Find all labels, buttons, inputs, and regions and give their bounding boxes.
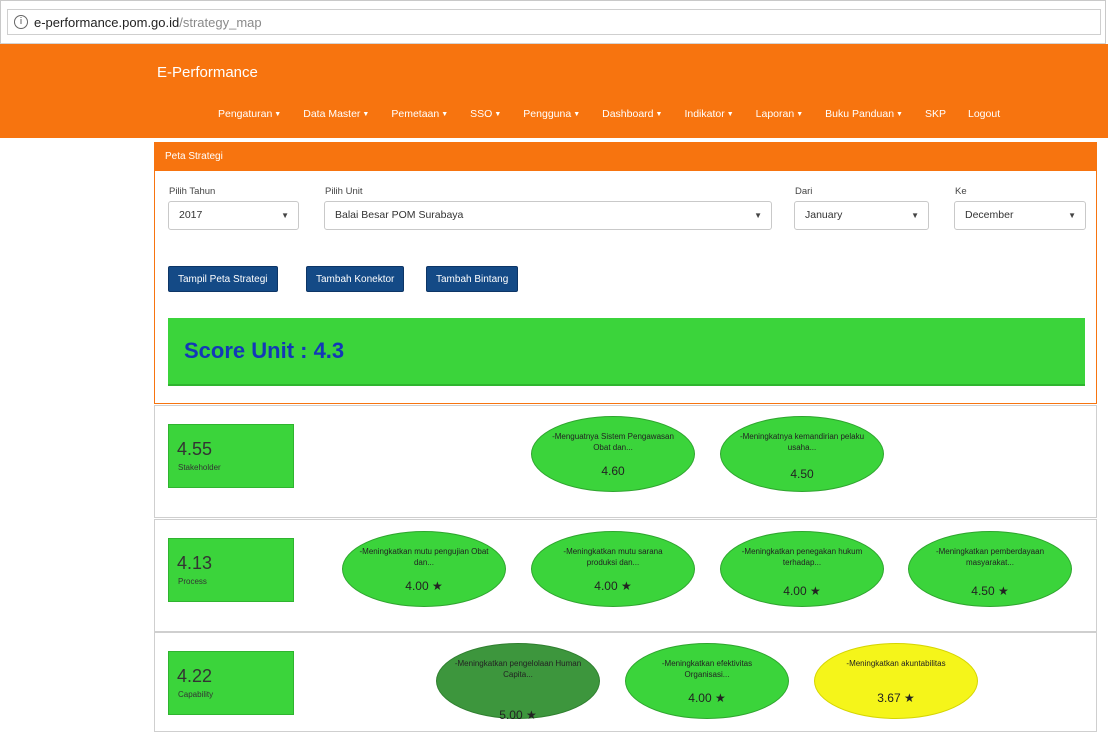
objective-score: 4.00 ★ <box>405 579 443 593</box>
score-unit-text: Score Unit : 4.3 <box>184 338 345 363</box>
objective-text: -Meningkatkan efektivitas Organisasi... <box>661 659 753 679</box>
add-star-button[interactable]: Tambah Bintang <box>426 266 519 292</box>
objective-node[interactable]: -Meningkatkan pemberdayaan masyarakat...… <box>908 531 1072 607</box>
url-field[interactable]: i e-performance.pom.go.id/strategy_map <box>7 9 1101 35</box>
objective-node[interactable]: -Meningkatkan pengelolaan Human Capita..… <box>436 643 600 722</box>
objective-score: 4.50 <box>790 467 814 481</box>
url-host: e-performance.pom.go.id <box>34 14 180 30</box>
objective-score: 4.50 ★ <box>971 584 1009 598</box>
brand-title[interactable]: E-Performance <box>157 64 258 81</box>
browser-address-bar: i e-performance.pom.go.id/strategy_map <box>0 0 1106 44</box>
caret-down-icon: ▼ <box>274 111 282 118</box>
objective-text: -Meningkatkan akuntabilitas <box>846 659 946 668</box>
unit-select[interactable]: Balai Besar POM Surabaya ▼ <box>324 201 772 230</box>
info-icon[interactable]: i <box>14 15 28 29</box>
objective-text: -Meningkatkan mutu pengujian Obat dan... <box>359 547 489 567</box>
perspective-value: 4.55 <box>177 439 213 459</box>
perspective-score-box: 4.22 Capability <box>168 651 294 715</box>
caret-down-icon: ▼ <box>655 111 663 118</box>
objective-node[interactable]: -Meningkatkan mutu pengujian Obat dan...… <box>342 531 506 607</box>
menu-item-pemetaan[interactable]: Pemetaan ▼ <box>391 108 448 120</box>
menu-item-data-master[interactable]: Data Master ▼ <box>303 108 369 120</box>
perspective-name: Stakeholder <box>178 463 221 472</box>
menu-item-skp[interactable]: SKP <box>925 108 946 120</box>
from-month-select[interactable]: January ▼ <box>794 201 929 230</box>
year-label: Pilih Tahun <box>169 186 216 197</box>
caret-down-icon: ▼ <box>362 111 370 118</box>
objective-score: 3.67 ★ <box>877 691 915 705</box>
objective-score: 5.00 ★ <box>499 708 537 722</box>
menu-item-dashboard[interactable]: Dashboard ▼ <box>602 108 662 120</box>
objective-score: 4.00 ★ <box>783 584 821 598</box>
caret-down-icon: ▼ <box>494 111 502 118</box>
caret-down-icon: ▼ <box>441 111 449 118</box>
menu-item-buku-panduan[interactable]: Buku Panduan ▼ <box>825 108 903 120</box>
perspective-row-stakeholder: 4.55 Stakeholder -Menguatnya Sistem Peng… <box>154 405 1097 518</box>
menu-item-pengaturan[interactable]: Pengaturan ▼ <box>218 108 281 120</box>
objective-node[interactable]: -Meningkatkan penegakan hukum terhadap..… <box>720 531 884 607</box>
top-navbar: E-Performance Pengaturan ▼ Data Master ▼ P… <box>0 44 1108 138</box>
perspective-row-capability: 4.22 Capability -Meningkatkan pengelolaa… <box>154 632 1097 732</box>
chevron-down-icon: ▼ <box>281 211 289 220</box>
objective-text: -Meningkatkan penegakan hukum terhadap..… <box>741 547 863 567</box>
caret-down-icon: ▼ <box>896 111 903 118</box>
caret-down-icon: ▼ <box>573 111 581 118</box>
objective-text: -Menguatnya Sistem Pengawasan Obat dan..… <box>552 432 674 452</box>
from-month-label: Dari <box>795 186 813 197</box>
perspective-score-box: 4.13 Process <box>168 538 294 602</box>
perspective-row-process: 4.13 Process -Meningkatkan mutu pengujia… <box>154 519 1097 632</box>
perspective-name: Capability <box>178 690 214 699</box>
objective-node[interactable]: -Meningkatnya kemandirian pelaku usaha..… <box>720 416 884 492</box>
objective-node[interactable]: -Meningkatkan akuntabilitas 3.67 ★ <box>814 643 978 719</box>
show-strategy-map-button[interactable]: Tampil Peta Strategi <box>168 266 278 292</box>
url-path: /strategy_map <box>179 14 262 30</box>
caret-down-icon: ▼ <box>796 111 804 118</box>
strategy-map-panel: Peta Strategi Pilih Tahun 2017 ▼ Pilih U… <box>154 142 1097 404</box>
chevron-down-icon: ▼ <box>911 211 919 220</box>
unit-label: Pilih Unit <box>325 186 363 197</box>
chevron-down-icon: ▼ <box>754 211 762 220</box>
objective-score: 4.00 ★ <box>688 691 726 705</box>
menu-item-indikator[interactable]: Indikator ▼ <box>684 108 733 120</box>
caret-down-icon: ▼ <box>726 111 734 118</box>
objective-text: -Meningkatnya kemandirian pelaku usaha..… <box>739 432 865 452</box>
perspective-value: 4.22 <box>177 666 213 686</box>
menu-item-pengguna[interactable]: Pengguna ▼ <box>523 108 580 120</box>
chevron-down-icon: ▼ <box>1068 211 1076 220</box>
perspective-score-box: 4.55 Stakeholder <box>168 424 294 488</box>
perspective-value: 4.13 <box>177 553 213 573</box>
objective-text: -Meningkatkan mutu sarana produksi dan..… <box>563 547 663 567</box>
menu-item-logout[interactable]: Logout <box>968 108 1000 120</box>
add-connector-button[interactable]: Tambah Konektor <box>306 266 405 292</box>
year-select[interactable]: 2017 ▼ <box>168 201 299 230</box>
panel-title: Peta Strategi <box>155 143 1096 171</box>
objective-text: -Meningkatkan pemberdayaan masyarakat... <box>935 547 1045 567</box>
menu-item-laporan[interactable]: Laporan ▼ <box>756 108 803 120</box>
objective-node[interactable]: -Meningkatkan mutu sarana produksi dan..… <box>531 531 695 607</box>
to-month-label: Ke <box>955 186 967 197</box>
objective-score: 4.60 <box>601 464 625 478</box>
objective-node[interactable]: -Menguatnya Sistem Pengawasan Obat dan..… <box>531 416 695 492</box>
perspective-name: Process <box>178 577 207 586</box>
menu-item-sso[interactable]: SSO ▼ <box>470 108 501 120</box>
main-menu: Pengaturan ▼ Data Master ▼ Pemetaan ▼ SSO ▼ … <box>218 108 1000 120</box>
objective-score: 4.00 ★ <box>594 579 632 593</box>
objective-text: -Meningkatkan pengelolaan Human Capita..… <box>454 659 582 679</box>
to-month-select[interactable]: December ▼ <box>954 201 1086 230</box>
score-unit-banner: Score Unit : 4.3 <box>168 318 1085 386</box>
objective-node[interactable]: -Meningkatkan efektivitas Organisasi... … <box>625 643 789 719</box>
